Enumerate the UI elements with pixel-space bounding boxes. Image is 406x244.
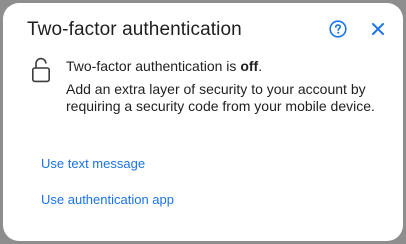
close-button[interactable] <box>370 21 386 37</box>
close-icon <box>372 23 384 35</box>
dialog-title: Two-factor authentication <box>27 19 242 40</box>
use-text-message-link[interactable]: Use text message <box>41 156 145 171</box>
status-suffix: . <box>258 58 263 74</box>
status-text: Two-factor authentication is off. <box>66 58 262 74</box>
unlocked-padlock-icon <box>31 57 51 83</box>
help-circle-icon <box>329 20 347 38</box>
use-authentication-app-link[interactable]: Use authentication app <box>41 192 174 207</box>
status-prefix: Two-factor authentication is <box>66 58 241 74</box>
help-button[interactable] <box>329 20 347 38</box>
two-factor-dialog: Two-factor authentication Two-factor aut… <box>3 3 403 241</box>
status-value: off <box>240 58 259 74</box>
description-text: Add an extra layer of security to your a… <box>66 81 375 114</box>
